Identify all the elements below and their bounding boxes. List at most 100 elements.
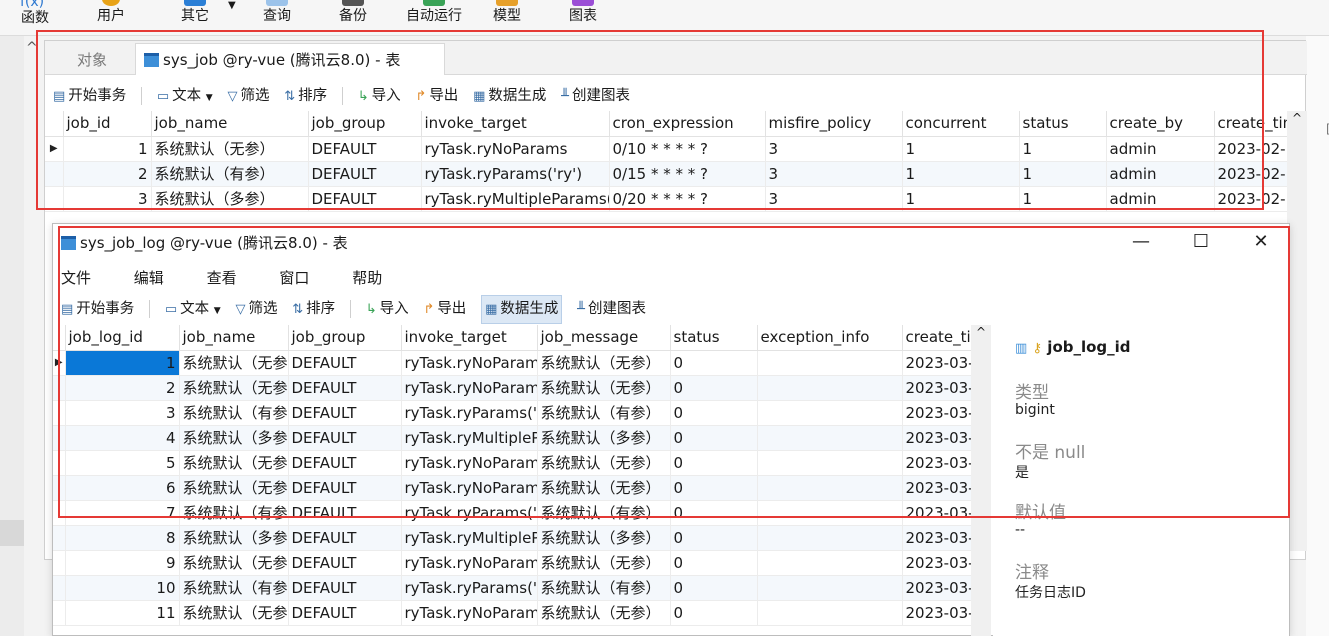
filter-button[interactable]: ▽ 筛选: [227, 81, 269, 112]
table-cell[interactable]: admin: [1106, 136, 1215, 162]
table-row[interactable]: ▶ 1 系统默认（无参 DEFAULT ryTask.ryNoParams 系统…: [53, 350, 972, 376]
close-button[interactable]: ✕: [1241, 228, 1281, 256]
table-cell[interactable]: 2023-03-: [902, 350, 972, 376]
table-cell[interactable]: ryTask.ryParams('r: [401, 400, 538, 426]
tab-sys-job[interactable]: sys_job @ry-vue (腾讯云8.0) - 表: [135, 43, 445, 75]
table-cell[interactable]: 4: [65, 425, 180, 451]
column-header[interactable]: job_group: [288, 325, 402, 351]
table-cell[interactable]: 系统默认（无参: [179, 550, 289, 576]
table-cell[interactable]: 系统默认（多参）: [537, 425, 671, 451]
column-header[interactable]: concurrent: [902, 111, 1020, 137]
table-row[interactable]: 3 系统默认（多参） DEFAULT ryTask.ryMultiplePara…: [45, 186, 1288, 212]
table-row[interactable]: 7 系统默认（有参 DEFAULT ryTask.ryParams('r 系统默…: [53, 500, 972, 526]
scroll-up-icon[interactable]: ^: [971, 325, 991, 339]
table-cell[interactable]: 1: [1019, 161, 1107, 187]
table-cell[interactable]: 系统默认（有参: [179, 400, 289, 426]
table-cell[interactable]: ryTask.ryNoParams: [401, 550, 538, 576]
table-cell[interactable]: 0: [670, 550, 758, 576]
table-cell[interactable]: 系统默认（多参）: [151, 186, 309, 212]
table-cell[interactable]: ryTask.ryMultipleParams(': [421, 186, 610, 212]
table-cell[interactable]: DEFAULT: [308, 136, 422, 162]
table-cell[interactable]: 系统默认（无参: [179, 450, 289, 476]
column-header[interactable]: create_time: [902, 325, 972, 351]
data-generation-button[interactable]: ▦ 数据生成: [481, 295, 563, 324]
table-cell[interactable]: DEFAULT: [288, 425, 402, 451]
table-cell[interactable]: DEFAULT: [288, 550, 402, 576]
table-row[interactable]: 6 系统默认（无参 DEFAULT ryTask.ryNoParams 系统默认…: [53, 475, 972, 501]
table-cell[interactable]: [757, 375, 903, 401]
table-cell[interactable]: ryTask.ryParams('ry'): [421, 161, 610, 187]
column-header[interactable]: job_id: [63, 111, 152, 137]
table-cell[interactable]: 0/20 * * * * ?: [609, 186, 766, 212]
table-cell[interactable]: DEFAULT: [288, 575, 402, 601]
import-button[interactable]: ↳ 导入: [358, 81, 401, 112]
table-cell[interactable]: ryTask.ryNoParams: [401, 375, 538, 401]
table-cell[interactable]: 1: [65, 350, 180, 376]
table-cell[interactable]: [757, 550, 903, 576]
table-cell[interactable]: 0: [670, 350, 758, 376]
begin-transaction-button[interactable]: ▤ 开始事务: [53, 81, 126, 112]
vertical-scrollbar[interactable]: ^: [971, 325, 991, 636]
column-header[interactable]: job_name: [179, 325, 289, 351]
column-header[interactable]: invoke_target: [401, 325, 538, 351]
table-cell[interactable]: 2023-03-: [902, 600, 972, 626]
table-cell[interactable]: 3: [765, 161, 903, 187]
table-cell[interactable]: 2023-03-: [902, 475, 972, 501]
table-cell[interactable]: ryTask.ryParams('r: [401, 500, 538, 526]
table-cell[interactable]: 2023-03-: [902, 525, 972, 551]
table-cell[interactable]: DEFAULT: [308, 161, 422, 187]
table-cell[interactable]: 0: [670, 525, 758, 551]
table-cell[interactable]: DEFAULT: [288, 350, 402, 376]
table-cell[interactable]: 2023-03-: [902, 375, 972, 401]
export-button[interactable]: ↱ 导出: [415, 81, 458, 112]
table-cell[interactable]: DEFAULT: [288, 475, 402, 501]
menu-view[interactable]: 查看: [207, 264, 237, 292]
filter-button[interactable]: ▽ 筛选: [235, 294, 277, 325]
table-cell[interactable]: DEFAULT: [288, 375, 402, 401]
table-cell[interactable]: [757, 350, 903, 376]
table-cell[interactable]: 系统默认（无参）: [537, 475, 671, 501]
table-cell[interactable]: 系统默认（有参）: [537, 575, 671, 601]
table-row[interactable]: 5 系统默认（无参 DEFAULT ryTask.ryNoParams 系统默认…: [53, 450, 972, 476]
table-cell[interactable]: DEFAULT: [288, 600, 402, 626]
create-chart-button[interactable]: ╨ 创建图表: [561, 81, 630, 112]
table-row[interactable]: 2 系统默认（有参） DEFAULT ryTask.ryParams('ry')…: [45, 161, 1288, 187]
table-row[interactable]: 10 系统默认（有参 DEFAULT ryTask.ryParams('r 系统…: [53, 575, 972, 601]
table-cell[interactable]: 系统默认（有参）: [537, 500, 671, 526]
table-cell[interactable]: 2023-03-: [902, 450, 972, 476]
table-cell[interactable]: 系统默认（无参）: [537, 600, 671, 626]
table-cell[interactable]: 2: [65, 375, 180, 401]
table-cell[interactable]: 0/15 * * * * ?: [609, 161, 766, 187]
table-cell[interactable]: 3: [65, 400, 180, 426]
table-cell[interactable]: ryTask.ryNoParams: [401, 475, 538, 501]
table-cell[interactable]: 2023-02-1: [1214, 186, 1288, 212]
table-cell[interactable]: 系统默认（无参）: [151, 136, 309, 162]
begin-transaction-button[interactable]: ▤ 开始事务: [61, 294, 134, 325]
table-cell[interactable]: 3: [63, 186, 152, 212]
table-cell[interactable]: 2023-03-: [902, 400, 972, 426]
table-row[interactable]: 2 系统默认（无参 DEFAULT ryTask.ryNoParams 系统默认…: [53, 375, 972, 401]
table-cell[interactable]: 0: [670, 500, 758, 526]
table-cell[interactable]: 系统默认（有参: [179, 575, 289, 601]
table-cell[interactable]: 2023-02-1: [1214, 161, 1288, 187]
table-cell[interactable]: 系统默认（无参: [179, 375, 289, 401]
table-cell[interactable]: 5: [65, 450, 180, 476]
table-cell[interactable]: [757, 600, 903, 626]
table-cell[interactable]: 0: [670, 600, 758, 626]
table-cell[interactable]: 系统默认（多参: [179, 425, 289, 451]
menu-help[interactable]: 帮助: [352, 264, 382, 292]
ribbon-query-button[interactable]: 查询: [242, 0, 312, 35]
scroll-up-icon[interactable]: ^: [1287, 111, 1307, 125]
table-row[interactable]: 11 系统默认（无参 DEFAULT ryTask.ryNoParams 系统默…: [53, 600, 972, 626]
table-cell[interactable]: DEFAULT: [308, 186, 422, 212]
ribbon-others-button[interactable]: 其它: [160, 0, 230, 35]
table-cell[interactable]: 9: [65, 550, 180, 576]
table-cell[interactable]: admin: [1106, 161, 1215, 187]
table-cell[interactable]: DEFAULT: [288, 525, 402, 551]
table-cell[interactable]: ryTask.ryNoParams: [401, 350, 538, 376]
table-cell[interactable]: [757, 450, 903, 476]
table-cell[interactable]: 系统默认（无参）: [537, 375, 671, 401]
ribbon-backup-button[interactable]: 备份: [318, 0, 388, 35]
table-cell[interactable]: 系统默认（无参: [179, 475, 289, 501]
table-cell[interactable]: [757, 525, 903, 551]
